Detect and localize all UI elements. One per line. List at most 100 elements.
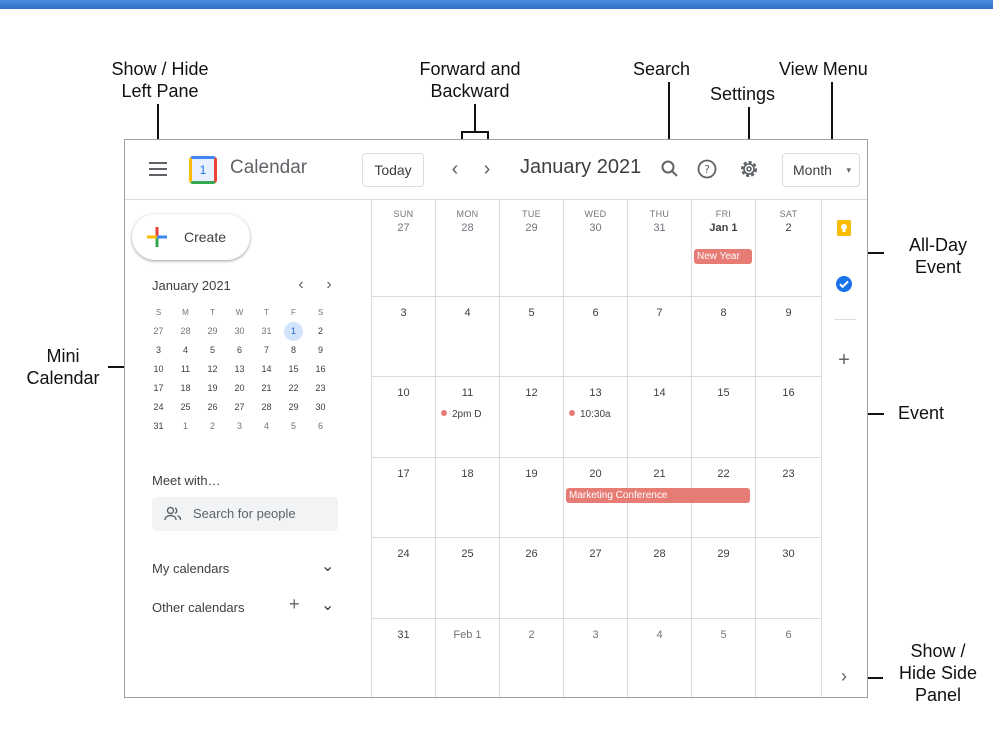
day-cell[interactable]: MON 28 <box>436 200 500 296</box>
day-number[interactable]: 30 <box>756 548 821 560</box>
day-cell[interactable]: 6 <box>564 297 628 376</box>
mini-day[interactable]: 15 <box>280 360 307 379</box>
day-cell[interactable]: 23 <box>756 458 822 537</box>
add-addon-icon[interactable]: + <box>834 350 854 370</box>
day-cell[interactable]: 12 <box>500 377 564 457</box>
day-number[interactable]: 31 <box>372 629 435 641</box>
day-cell[interactable]: 18 <box>436 458 500 537</box>
mini-day[interactable]: 30 <box>307 398 334 417</box>
day-number[interactable]: 28 <box>436 222 499 234</box>
day-cell[interactable]: 5 <box>692 619 756 697</box>
other-calendars-label[interactable]: Other calendars <box>152 600 245 615</box>
mini-day[interactable]: 27 <box>226 398 253 417</box>
mini-day[interactable]: 28 <box>253 398 280 417</box>
day-number[interactable]: 9 <box>756 307 821 319</box>
mini-day[interactable]: 27 <box>145 322 172 341</box>
view-menu-button[interactable]: Month ▾ <box>782 153 860 187</box>
day-cell[interactable]: SUN 27 <box>372 200 436 296</box>
mini-day[interactable]: 6 <box>226 341 253 360</box>
day-cell[interactable]: 19 <box>500 458 564 537</box>
mini-day[interactable]: 5 <box>199 341 226 360</box>
day-number[interactable]: 17 <box>372 468 435 480</box>
multi-day-event-chip[interactable]: Marketing Conference <box>566 488 750 503</box>
day-number[interactable]: 2 <box>756 222 821 234</box>
mini-day[interactable]: 23 <box>307 379 334 398</box>
day-cell[interactable]: 30 <box>756 538 822 618</box>
day-number[interactable]: Jan 1 <box>692 222 755 234</box>
day-number[interactable]: 5 <box>692 629 755 641</box>
day-number[interactable]: 6 <box>756 629 821 641</box>
mini-day[interactable]: 26 <box>199 398 226 417</box>
mini-day[interactable]: 6 <box>307 417 334 436</box>
search-icon[interactable] <box>658 157 682 181</box>
help-icon[interactable]: ? <box>695 157 719 181</box>
chevron-down-icon[interactable]: ⌄ <box>321 595 334 615</box>
day-number[interactable]: 20 <box>564 468 627 480</box>
day-number[interactable]: 26 <box>500 548 563 560</box>
mini-day[interactable]: 2 <box>199 417 226 436</box>
day-number[interactable]: 11 <box>436 387 499 399</box>
day-number[interactable]: 19 <box>500 468 563 480</box>
mini-day[interactable]: 3 <box>226 417 253 436</box>
mini-day[interactable]: 16 <box>307 360 334 379</box>
day-cell[interactable]: 9 <box>756 297 822 376</box>
mini-day[interactable]: 11 <box>172 360 199 379</box>
previous-month-button[interactable]: ‹ <box>443 157 467 181</box>
mini-day[interactable]: 10 <box>145 360 172 379</box>
day-number[interactable]: 27 <box>564 548 627 560</box>
my-calendars-label[interactable]: My calendars <box>152 561 229 576</box>
mini-next-button[interactable]: › <box>321 276 337 294</box>
day-cell[interactable]: 14 <box>628 377 692 457</box>
day-cell[interactable]: 26 <box>500 538 564 618</box>
day-number[interactable]: 15 <box>692 387 755 399</box>
all-day-event-chip[interactable]: New Year <box>694 249 752 264</box>
mini-day[interactable]: 3 <box>145 341 172 360</box>
day-number[interactable]: 6 <box>564 307 627 319</box>
mini-day[interactable]: 22 <box>280 379 307 398</box>
day-cell[interactable]: 29 <box>692 538 756 618</box>
day-number[interactable]: 31 <box>628 222 691 234</box>
day-cell[interactable]: 3 <box>564 619 628 697</box>
day-cell[interactable]: 15 <box>692 377 756 457</box>
day-number[interactable]: 16 <box>756 387 821 399</box>
side-panel-toggle-icon[interactable]: › <box>834 666 854 686</box>
day-cell[interactable]: 4 <box>436 297 500 376</box>
timed-event[interactable]: 10:30a <box>569 409 629 420</box>
day-cell[interactable]: 8 <box>692 297 756 376</box>
mini-day[interactable]: 30 <box>226 322 253 341</box>
day-number[interactable]: 3 <box>372 307 435 319</box>
mini-day[interactable]: 4 <box>172 341 199 360</box>
mini-day[interactable]: 1 <box>280 322 307 341</box>
mini-day[interactable]: 1 <box>172 417 199 436</box>
day-cell[interactable]: 5 <box>500 297 564 376</box>
day-cell[interactable]: 2 <box>500 619 564 697</box>
day-cell[interactable]: TUE 29 <box>500 200 564 296</box>
mini-day[interactable]: 4 <box>253 417 280 436</box>
day-cell[interactable]: THU 31 <box>628 200 692 296</box>
day-cell[interactable]: 31 <box>372 619 436 697</box>
day-number[interactable]: 5 <box>500 307 563 319</box>
day-number[interactable]: 29 <box>692 548 755 560</box>
day-number[interactable]: 4 <box>628 629 691 641</box>
day-cell[interactable]: 25 <box>436 538 500 618</box>
gear-icon[interactable] <box>737 157 761 181</box>
day-cell[interactable]: 28 <box>628 538 692 618</box>
day-number[interactable]: 24 <box>372 548 435 560</box>
main-menu-icon[interactable] <box>149 162 167 176</box>
day-cell[interactable]: 24 <box>372 538 436 618</box>
keep-icon[interactable] <box>834 218 854 238</box>
mini-day[interactable]: 5 <box>280 417 307 436</box>
day-number[interactable]: 27 <box>372 222 435 234</box>
day-number[interactable]: 4 <box>436 307 499 319</box>
mini-day[interactable]: 18 <box>172 379 199 398</box>
day-cell[interactable]: 27 <box>564 538 628 618</box>
day-number[interactable]: 28 <box>628 548 691 560</box>
day-cell[interactable]: 7 <box>628 297 692 376</box>
day-number[interactable]: 22 <box>692 468 755 480</box>
mini-day[interactable]: 25 <box>172 398 199 417</box>
day-number[interactable]: 29 <box>500 222 563 234</box>
mini-day[interactable]: 21 <box>253 379 280 398</box>
search-people-input[interactable]: Search for people <box>152 497 338 531</box>
day-cell[interactable]: 17 <box>372 458 436 537</box>
day-number[interactable]: 25 <box>436 548 499 560</box>
